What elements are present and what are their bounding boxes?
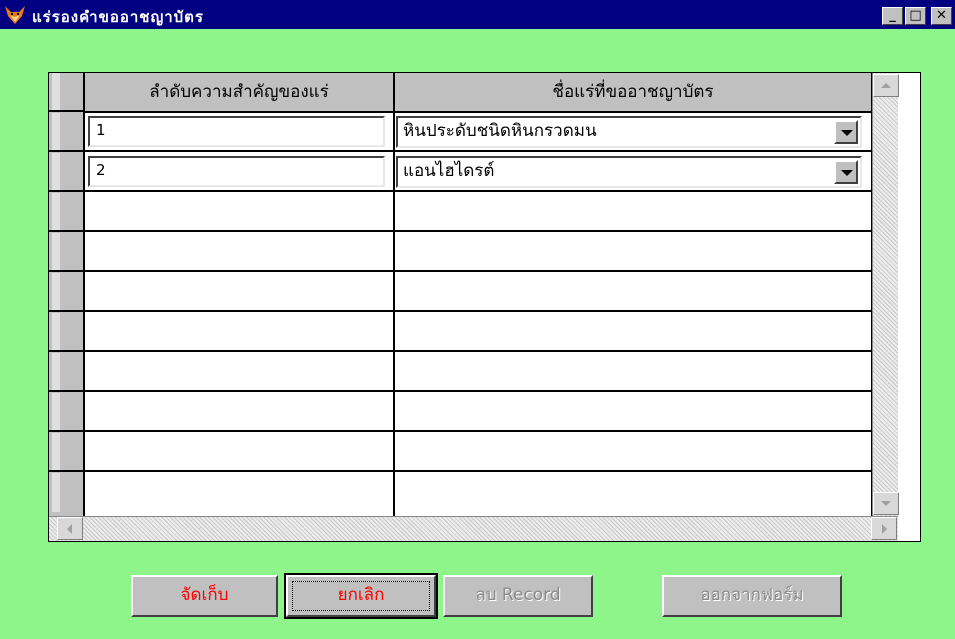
column-divider [393, 73, 395, 516]
empty-row[interactable] [84, 473, 872, 512]
row-selector[interactable] [49, 153, 83, 192]
row-selector[interactable] [49, 433, 83, 472]
order-cell: 2 [84, 153, 394, 190]
order-cell: 1 [84, 113, 394, 150]
vertical-scrollbar[interactable] [872, 73, 899, 516]
arrow-down-icon [881, 501, 891, 506]
column-header-order[interactable]: ลำดับความสำคัญของแร่ [84, 73, 394, 113]
focus-rectangle [292, 581, 430, 611]
save-button[interactable]: จัดเก็บ [131, 575, 278, 617]
arrow-up-icon [881, 83, 891, 88]
scroll-up-button[interactable] [873, 74, 899, 97]
cancel-button[interactable]: ยกเลิก [284, 573, 438, 619]
row-selector[interactable] [49, 193, 83, 232]
mineral-combo-value: หินประดับชนิดหินกรวดมน [403, 121, 597, 141]
minimize-button[interactable]: _ [882, 7, 903, 25]
scroll-corner [898, 516, 920, 541]
row-selector[interactable] [49, 473, 83, 512]
mineral-grid: ลำดับความสำคัญของแร่ ชื่อแร่ที่ขออาชญาบั… [48, 72, 921, 542]
delete-record-button[interactable]: ลบ Record [443, 575, 593, 617]
row-selector[interactable] [49, 393, 83, 432]
empty-row[interactable] [84, 313, 872, 352]
chevron-down-icon [841, 130, 853, 136]
mineral-cell: หินประดับชนิดหินกรวดมน [394, 113, 872, 150]
row-selector[interactable] [49, 313, 83, 352]
empty-row[interactable] [84, 233, 872, 272]
table-row: 2 แอนไฮไดรต์ [84, 153, 872, 192]
empty-row[interactable] [84, 273, 872, 312]
arrow-right-icon [882, 524, 887, 534]
window-title: แร่รองคำขออาชญาบัตร [32, 8, 204, 26]
mineral-combo[interactable]: หินประดับชนิดหินกรวดมน [396, 116, 862, 148]
row-selector[interactable] [49, 273, 83, 312]
empty-row[interactable] [84, 393, 872, 432]
empty-row[interactable] [84, 193, 872, 232]
row-selector[interactable] [49, 353, 83, 392]
scroll-right-button[interactable] [871, 517, 897, 540]
dropdown-button[interactable] [834, 120, 858, 144]
scroll-down-button[interactable] [873, 492, 899, 515]
mineral-combo[interactable]: แอนไฮไดรต์ [396, 156, 862, 188]
order-input[interactable]: 1 [88, 116, 385, 147]
column-header-mineral[interactable]: ชื่อแร่ที่ขออาชญาบัตร [394, 73, 872, 113]
mineral-cell: แอนไฮไดรต์ [394, 153, 872, 190]
table-row: 1 หินประดับชนิดหินกรวดมน [84, 113, 872, 152]
maximize-button[interactable]: □ [905, 7, 926, 25]
horizontal-scrollbar[interactable] [49, 516, 898, 541]
dropdown-button[interactable] [834, 160, 858, 184]
row-selector[interactable] [49, 113, 83, 152]
record-selector-column [49, 73, 84, 516]
scroll-left-button[interactable] [57, 517, 83, 540]
fox-head-icon [5, 6, 25, 24]
empty-row[interactable] [84, 433, 872, 472]
order-input[interactable]: 2 [88, 156, 385, 187]
close-button[interactable]: ✕ [931, 7, 952, 25]
chevron-down-icon [841, 170, 853, 176]
title-bar[interactable]: แร่รองคำขออาชญาบัตร _ □ ✕ [0, 0, 955, 29]
mineral-combo-value: แอนไฮไดรต์ [403, 161, 495, 181]
column-divider [83, 73, 85, 516]
exit-form-button[interactable]: ออกจากฟอร์ม [662, 575, 842, 617]
empty-row[interactable] [84, 353, 872, 392]
form-window: แร่รองคำขออาชญาบัตร _ □ ✕ ลำดับความสำคัญ… [0, 0, 955, 639]
arrow-left-icon [67, 524, 72, 534]
row-selector[interactable] [49, 233, 83, 272]
selector-header [49, 73, 83, 112]
